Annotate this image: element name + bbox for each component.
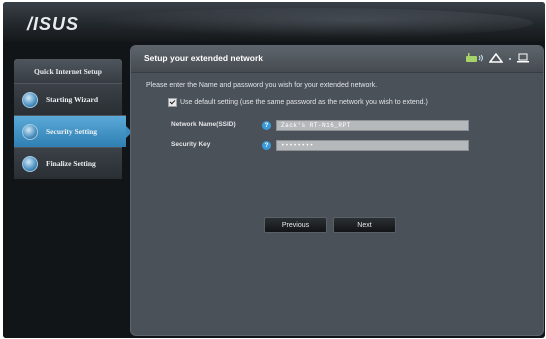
ssid-help-icon[interactable]: ? [262, 121, 271, 130]
sidebar-item-label: Finalize Setting [46, 159, 96, 168]
next-button[interactable]: Next [333, 217, 396, 233]
top-banner: /ISUS [3, 2, 545, 42]
security-key-label: Security Key [171, 141, 211, 148]
sidebar-item-security-setting[interactable]: Security Setting [14, 115, 132, 147]
step-bullet-icon [22, 123, 38, 140]
default-setting-row[interactable]: Use default setting (use the same passwo… [168, 98, 428, 107]
previous-button[interactable]: Previous [264, 217, 327, 233]
default-setting-checkbox[interactable] [168, 98, 177, 107]
instruction-text: Please enter the Name and password you w… [146, 82, 378, 89]
sidebar-item-finalize-setting[interactable]: Finalize Setting [14, 147, 122, 179]
sidebar-title: Quick Internet Setup [14, 59, 122, 83]
step-bullet-icon [22, 91, 38, 108]
asus-logo: /ISUS [27, 14, 80, 34]
repeater-icon [489, 53, 503, 63]
security-key-input[interactable]: •••••••• [276, 140, 469, 151]
computer-icon [517, 53, 529, 63]
ssid-label: Network Name(SSID) [171, 121, 236, 128]
network-status-icons [465, 53, 529, 63]
sidebar-item-label: Security Setting [46, 127, 98, 136]
sidebar-item-label: Starting Wizard [46, 95, 99, 104]
security-key-help-icon[interactable]: ? [262, 141, 271, 150]
sidebar-item-starting-wizard[interactable]: Starting Wizard [14, 83, 122, 115]
link-dots-icon [509, 58, 511, 60]
ssid-input[interactable]: Zack's RT-N16_RPT [276, 120, 469, 131]
setup-panel: Setup your extended network Please enter… [130, 45, 544, 336]
router-icon [466, 53, 483, 62]
page-title: Setup your extended network [144, 53, 264, 63]
default-setting-label: Use default setting (use the same passwo… [180, 99, 428, 106]
panel-header: Setup your extended network [131, 46, 543, 73]
router-window: /ISUS Quick Internet Setup Starting Wiza… [3, 2, 545, 338]
step-bullet-icon [22, 155, 38, 172]
